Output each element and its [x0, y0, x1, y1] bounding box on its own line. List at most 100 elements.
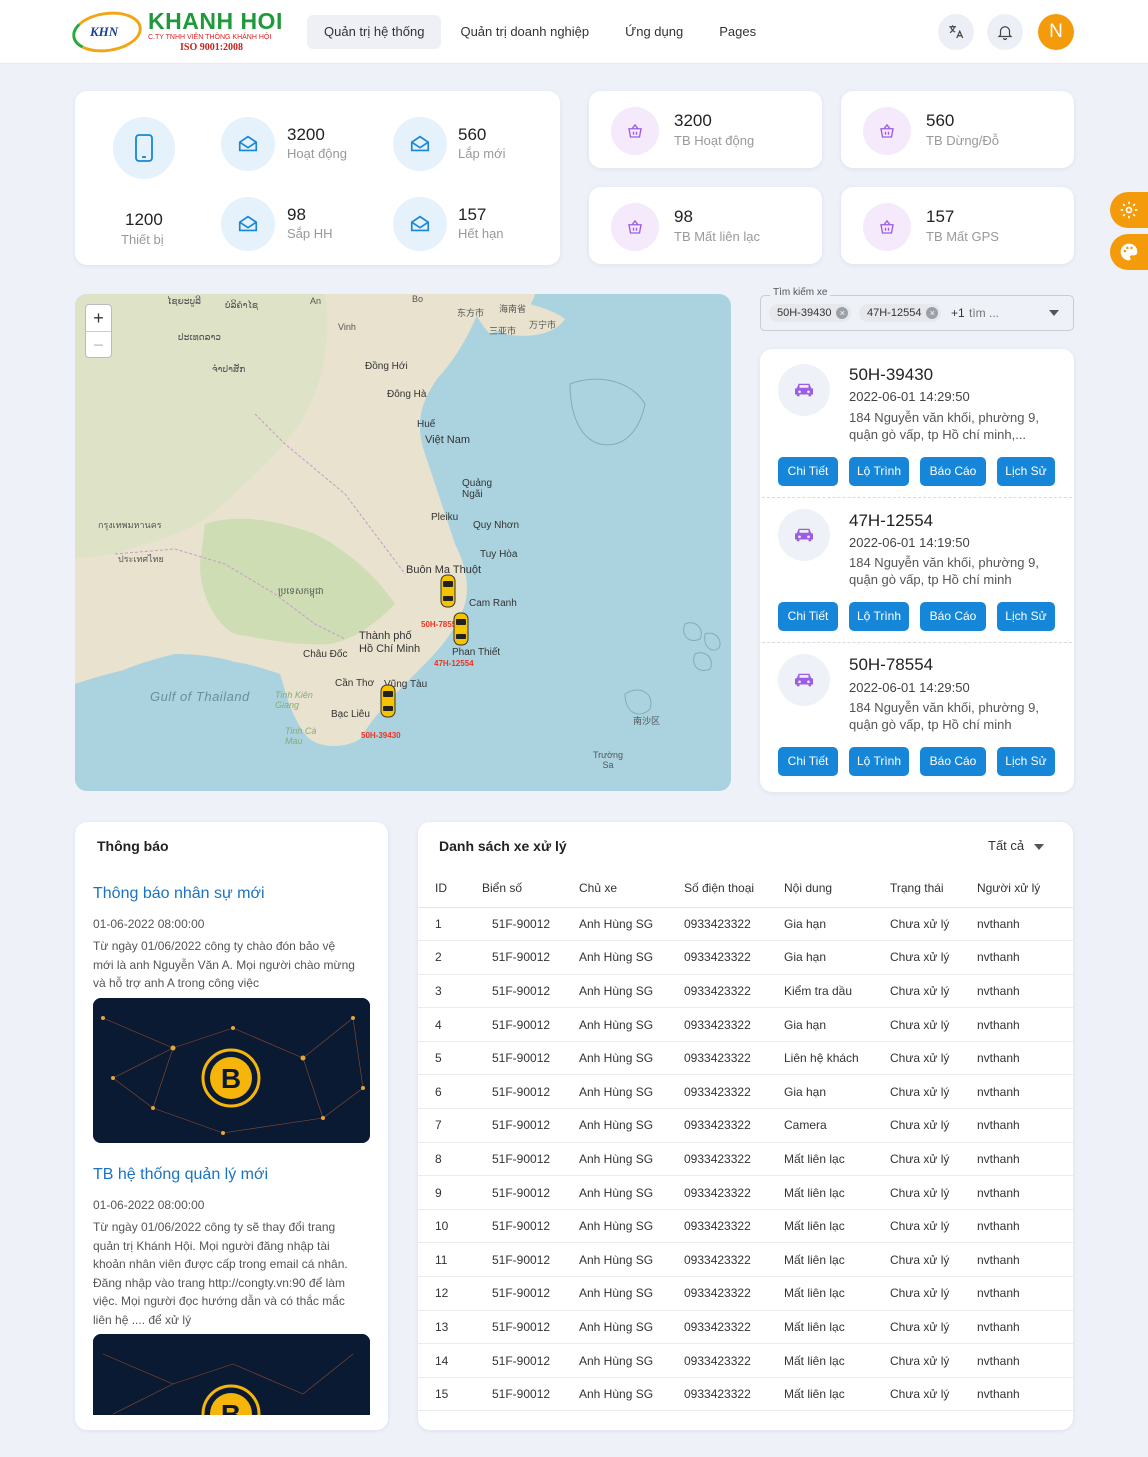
table-row[interactable]: 4 51F-90012 Anh Hùng SG 0933423322 Gia hạn Ch… [418, 1007, 1073, 1042]
taxi-marker[interactable] [440, 574, 456, 608]
table-row[interactable]: 13 51F-90012 Anh Hùng SG 0933423322 Mất liên… [418, 1310, 1073, 1345]
search-input[interactable] [969, 304, 1039, 322]
top-header: KHN KHANH HOI C.TY TNHH VIÊN THÔNG KHÁNH… [0, 0, 1148, 64]
row-status: Chưa xử lý [890, 940, 977, 975]
processing-title: Danh sách xe xử lý [439, 838, 567, 854]
column-header[interactable]: ID [418, 870, 480, 908]
map-label: ໄຊຍະບູລີ [167, 296, 201, 306]
expired-label: Hết hạn [458, 226, 504, 241]
map-label: Tinh Cà Mau [285, 726, 317, 746]
status-filter[interactable]: Tất cả [988, 838, 1044, 853]
map-label: An [310, 296, 322, 306]
table-row[interactable]: 1 51F-90012 Anh Hùng SG 0933423322 Gia hạn Ch… [418, 907, 1073, 942]
nav-business-admin[interactable]: Quản trị doanh nghiệp [443, 15, 606, 49]
vehicle-search[interactable]: 50H-39430 × 47H-12554 × +1 [760, 295, 1074, 331]
news-title[interactable]: TB hệ thống quản lý mới [93, 1166, 268, 1184]
taxi-marker[interactable] [453, 612, 469, 646]
map-label: Châu Đốc [303, 649, 348, 660]
settings-button[interactable] [1110, 192, 1148, 228]
table-row[interactable]: 7 51F-90012 Anh Hùng SG 0933423322 Camera Chư… [418, 1108, 1073, 1143]
zoom-out-button[interactable]: − [86, 331, 111, 357]
row-plate: 51F-90012 [480, 1343, 579, 1378]
chip-remove-icon[interactable]: × [836, 307, 849, 319]
detail-button[interactable]: Chi Tiết [778, 747, 838, 776]
notification-button[interactable] [987, 14, 1023, 50]
report-button[interactable]: Báo Cáo [920, 602, 986, 631]
stat-value: 560 [926, 111, 955, 130]
column-header[interactable]: Số điện thoại [684, 870, 784, 908]
column-header[interactable]: Người xử lý [977, 870, 1073, 908]
report-button[interactable]: Báo Cáo [920, 747, 986, 776]
table-row[interactable]: 3 51F-90012 Anh Hùng SG 0933423322 Kiểm tra … [418, 974, 1073, 1009]
row-owner: Anh Hùng SG [579, 1209, 684, 1244]
column-header[interactable]: Nội dung [784, 870, 890, 908]
zoom-in-button[interactable]: + [86, 305, 111, 331]
mail-open-icon [410, 135, 430, 152]
search-chip[interactable]: 47H-12554 × [859, 304, 942, 322]
taxi-marker[interactable] [380, 684, 396, 718]
table-row[interactable]: 14 51F-90012 Anh Hùng SG 0933423322 Mất liên… [418, 1343, 1073, 1378]
route-button[interactable]: Lộ Trình [849, 457, 909, 486]
mail-open-icon [238, 215, 258, 232]
route-button[interactable]: Lộ Trình [849, 602, 909, 631]
vehicle-plate[interactable]: 47H-12554 [849, 511, 933, 531]
history-button[interactable]: Lịch Sử [997, 602, 1055, 631]
search-chip[interactable]: 50H-39430 × [769, 304, 852, 322]
table-row[interactable]: 8 51F-90012 Anh Hùng SG 0933423322 Mất liên … [418, 1142, 1073, 1177]
stat-card-active: 3200 TB Hoạt động [589, 91, 822, 168]
map-label: ປະເທດລາວ [178, 332, 222, 342]
report-button[interactable]: Báo Cáo [920, 457, 986, 486]
vehicle-map[interactable]: + − ໄຊຍະບູລີ ບໍລິຄໍາໄຊ An Vinh Bo 东方市 海南… [75, 294, 731, 791]
divider [762, 642, 1072, 643]
chip-remove-icon[interactable]: × [926, 307, 939, 319]
table-row[interactable]: 15 51F-90012 Anh Hùng SG 0933423322 Mất liên… [418, 1377, 1073, 1412]
column-header[interactable]: Trạng thái [890, 870, 977, 908]
vehicle-plate[interactable]: 50H-39430 [849, 365, 933, 385]
history-button[interactable]: Lịch Sử [997, 457, 1055, 486]
row-id: 7 [418, 1108, 480, 1143]
nav-system-admin[interactable]: Quản trị hệ thống [307, 15, 442, 49]
map-label: กรุงเทพมหานคร [98, 520, 162, 530]
row-phone: 0933423322 [684, 1175, 784, 1210]
table-row[interactable]: 9 51F-90012 Anh Hùng SG 0933423322 Mất liên … [418, 1175, 1073, 1210]
nav-pages[interactable]: Pages [702, 15, 773, 49]
row-plate: 51F-90012 [480, 1377, 579, 1412]
device-icon-circle [113, 117, 175, 179]
news-title[interactable]: Thông báo nhân sự mới [93, 885, 265, 903]
vehicle-plate[interactable]: 50H-78554 [849, 655, 933, 675]
avatar[interactable]: N [1038, 14, 1074, 50]
detail-button[interactable]: Chi Tiết [778, 602, 838, 631]
news-image[interactable]: B [93, 998, 370, 1143]
table-row[interactable]: 11 51F-90012 Anh Hùng SG 0933423322 Mất liên… [418, 1242, 1073, 1278]
route-button[interactable]: Lộ Trình [849, 747, 909, 776]
row-id: 6 [418, 1074, 480, 1110]
row-owner: Anh Hùng SG [579, 1276, 684, 1311]
nav-apps[interactable]: Ứng dụng [608, 15, 700, 49]
row-plate: 51F-90012 [480, 1074, 579, 1110]
stat-label: TB Mất GPS [926, 229, 999, 244]
column-header[interactable]: Chủ xe [579, 870, 684, 908]
company-logo[interactable]: KHN KHANH HOI C.TY TNHH VIÊN THÔNG KHÁNH… [69, 7, 292, 57]
detail-button[interactable]: Chi Tiết [778, 457, 838, 486]
map-label: 三亚市 [489, 326, 517, 336]
row-plate: 51F-90012 [480, 974, 579, 1009]
row-phone: 0933423322 [684, 1242, 784, 1278]
logo-name: KHANH HOI [148, 8, 283, 34]
logo-subtitle: C.TY TNHH VIÊN THÔNG KHÁNH HỘI [148, 34, 272, 41]
table-row[interactable]: 5 51F-90012 Anh Hùng SG 0933423322 Liên hệ k… [418, 1041, 1073, 1076]
table-row[interactable]: 12 51F-90012 Anh Hùng SG 0933423322 Mất liên… [418, 1276, 1073, 1311]
main-nav: Quản trị hệ thống Quản trị doanh nghiệp … [307, 15, 775, 49]
row-content: Gia hạn [784, 907, 890, 942]
translate-button[interactable] [938, 14, 974, 50]
chevron-down-icon [1033, 843, 1044, 850]
table-row[interactable]: 6 51F-90012 Anh Hùng SG 0933423322 Gia hạn Ch… [418, 1074, 1073, 1110]
column-header[interactable]: Biển số [480, 870, 579, 908]
chevron-down-icon[interactable] [1049, 310, 1059, 316]
history-button[interactable]: Lịch Sử [997, 747, 1055, 776]
theme-button[interactable] [1110, 234, 1148, 270]
row-id: 3 [418, 974, 480, 1009]
device-stats-card: 1200 Thiết bị 3200 Hoạt động 560 Lắp mới… [75, 91, 560, 265]
device-total-value: 1200 [125, 210, 163, 229]
table-row[interactable]: 10 51F-90012 Anh Hùng SG 0933423322 Mất liên… [418, 1209, 1073, 1244]
table-row[interactable]: 2 51F-90012 Anh Hùng SG 0933423322 Gia hạn Ch… [418, 940, 1073, 975]
